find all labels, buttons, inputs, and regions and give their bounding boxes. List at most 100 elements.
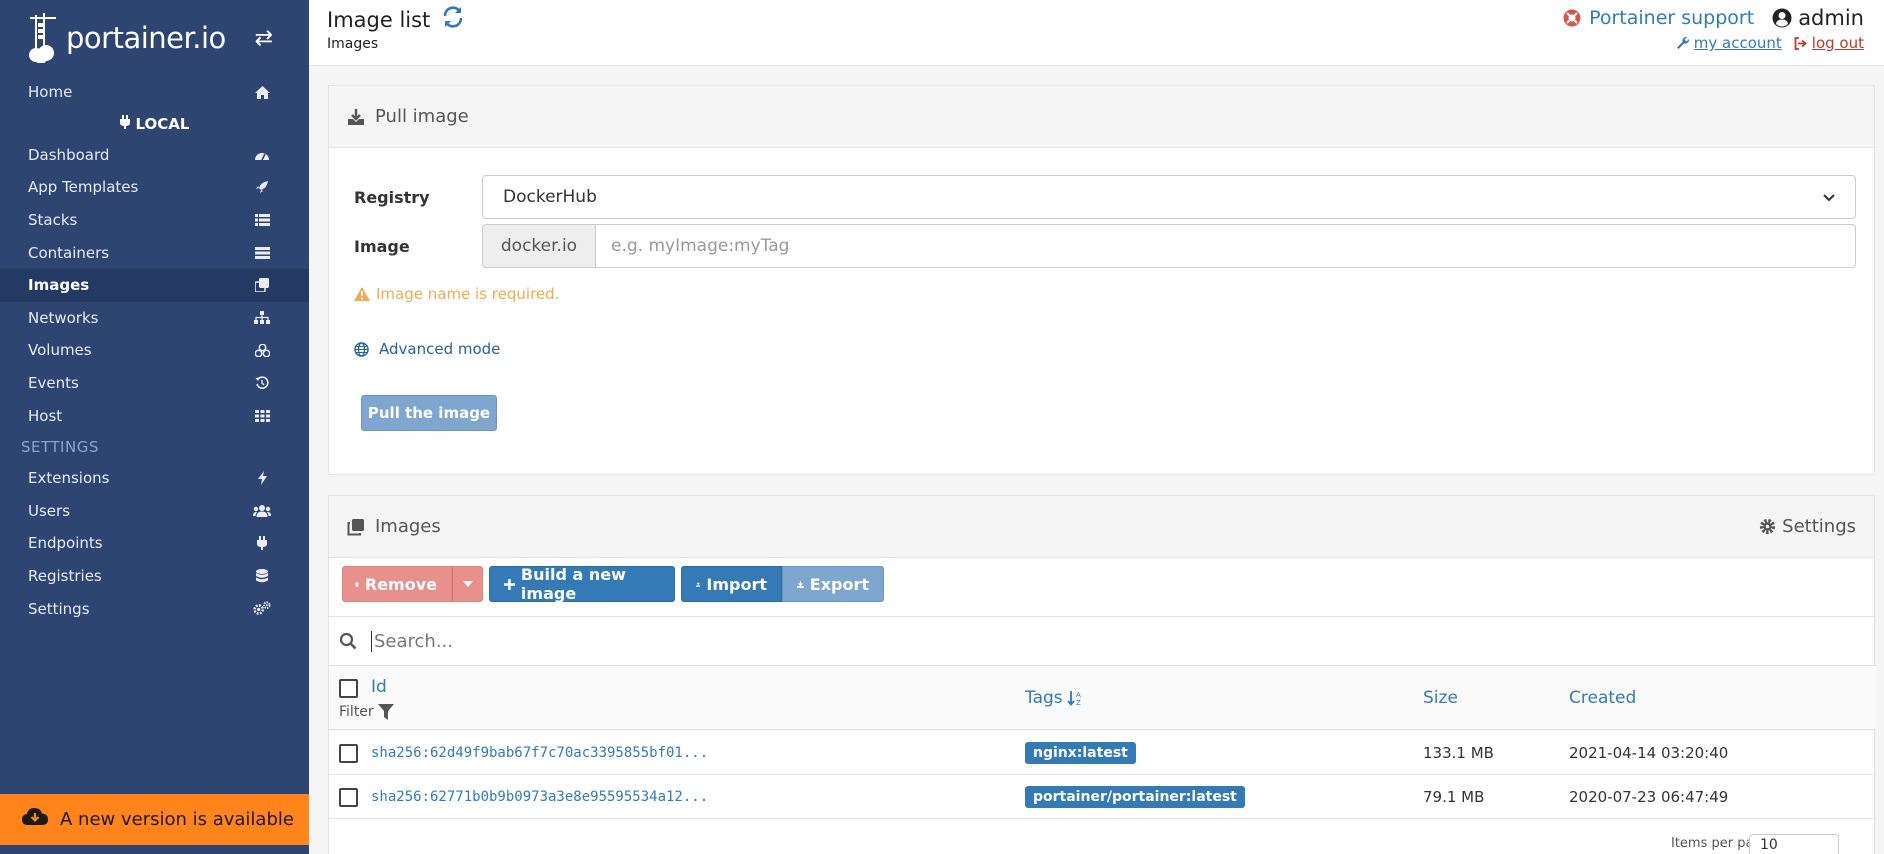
registry-label: Registry bbox=[354, 187, 430, 207]
wrench-icon bbox=[1676, 36, 1689, 49]
image-size: 133.1 MB bbox=[1423, 744, 1494, 762]
registry-selected-value: DockerHub bbox=[503, 187, 597, 207]
column-header-id[interactable]: Id bbox=[371, 677, 387, 697]
sidebar-item-events[interactable]: Events bbox=[0, 367, 309, 400]
column-header-tags[interactable]: Tags AZ bbox=[1025, 688, 1083, 708]
sitemap-icon bbox=[253, 311, 271, 325]
image-id-link[interactable]: sha256:62d49f9bab67f7c70ac3395855bf01... bbox=[371, 731, 708, 775]
username: admin bbox=[1798, 6, 1864, 30]
sidebar-item-label: Endpoints bbox=[28, 534, 103, 553]
portainer-support-link[interactable]: Portainer support bbox=[1563, 7, 1754, 29]
sidebar-item-registries[interactable]: Registries bbox=[0, 560, 309, 593]
pull-image-button[interactable]: Pull the image bbox=[361, 395, 497, 431]
page-title: Image list bbox=[327, 6, 464, 33]
column-header-tags-text: Tags bbox=[1025, 688, 1063, 708]
table-settings-text: Settings bbox=[1782, 516, 1856, 537]
select-all-checkbox[interactable] bbox=[339, 679, 358, 698]
sidebar-item-host[interactable]: Host bbox=[0, 399, 309, 432]
advanced-mode-link[interactable]: Advanced mode bbox=[354, 340, 500, 358]
update-banner[interactable]: A new version is available bbox=[0, 794, 309, 845]
user-circle-icon bbox=[1772, 8, 1792, 28]
filter-icon bbox=[377, 704, 394, 720]
table-settings-button[interactable]: Settings bbox=[1759, 516, 1856, 537]
sidebar-header: portainer.io ⇄ bbox=[0, 0, 309, 76]
row-checkbox[interactable] bbox=[339, 787, 358, 807]
search-input[interactable]: Search... bbox=[371, 630, 453, 652]
sort-alpha-icon: AZ bbox=[1066, 691, 1081, 706]
items-per-page-select[interactable]: 10 bbox=[1749, 834, 1839, 854]
sidebar-item-label: Events bbox=[28, 374, 79, 393]
logo-text: portainer.io bbox=[66, 21, 226, 55]
remove-button[interactable]: Remove bbox=[342, 566, 452, 602]
registry-select[interactable]: DockerHub bbox=[482, 175, 1856, 219]
refresh-icon[interactable] bbox=[442, 6, 464, 33]
sidebar-item-containers[interactable]: Containers bbox=[0, 236, 309, 269]
users-icon bbox=[253, 504, 271, 518]
history-icon bbox=[253, 376, 271, 390]
sidebar-item-volumes[interactable]: Volumes bbox=[0, 334, 309, 367]
row-checkbox[interactable] bbox=[339, 743, 358, 763]
pull-image-panel-header: Pull image bbox=[329, 86, 1874, 148]
import-button[interactable]: Import bbox=[681, 566, 782, 602]
globe-icon bbox=[354, 341, 369, 357]
images-panel: Images Settings Remove Build a new image… bbox=[328, 495, 1876, 854]
sidebar-item-label: Extensions bbox=[28, 469, 110, 488]
dashboard-icon bbox=[253, 148, 271, 162]
table-row: sha256:62d49f9bab67f7c70ac3395855bf01...… bbox=[329, 731, 1876, 775]
sidebar-item-endpoints[interactable]: Endpoints bbox=[0, 527, 309, 560]
grid-icon bbox=[253, 409, 271, 423]
sidebar-item-dashboard[interactable]: Dashboard bbox=[0, 139, 309, 172]
upload-icon bbox=[696, 581, 701, 587]
registry-row: Registry DockerHub bbox=[354, 175, 1856, 219]
cogs-icon bbox=[253, 601, 271, 616]
log-out-text: log out bbox=[1811, 34, 1864, 52]
log-out-link[interactable]: log out bbox=[1794, 34, 1864, 52]
column-header-size[interactable]: Size bbox=[1423, 688, 1458, 708]
portainer-support-text: Portainer support bbox=[1589, 7, 1755, 29]
sidebar-item-users[interactable]: Users bbox=[0, 495, 309, 528]
sidebar-section-settings: SETTINGS bbox=[21, 437, 99, 456]
support-icon bbox=[1563, 9, 1581, 27]
column-header-created[interactable]: Created bbox=[1569, 688, 1636, 708]
advanced-mode-text: Advanced mode bbox=[379, 340, 501, 358]
sidebar-item-home[interactable]: Home bbox=[0, 76, 309, 109]
search-bar: Search... bbox=[329, 616, 1876, 666]
list-icon bbox=[253, 213, 271, 227]
remove-options-dropdown[interactable] bbox=[452, 566, 483, 602]
sidebar-item-networks[interactable]: Networks bbox=[0, 302, 309, 335]
portainer-logo[interactable]: portainer.io bbox=[26, 13, 226, 63]
header-actions: Portainer support admin bbox=[1563, 6, 1864, 30]
sidebar-item-app-templates[interactable]: App Templates bbox=[0, 171, 309, 204]
warning-icon bbox=[354, 287, 370, 301]
download-icon bbox=[348, 108, 364, 125]
sidebar-item-images[interactable]: Images bbox=[0, 268, 309, 302]
export-button[interactable]: Export bbox=[782, 566, 884, 602]
bolt-icon bbox=[253, 471, 271, 486]
sidebar-item-extensions[interactable]: Extensions bbox=[0, 462, 309, 495]
cog-icon bbox=[1760, 518, 1776, 535]
svg-text:A: A bbox=[1076, 691, 1081, 699]
page-title-text: Image list bbox=[327, 7, 431, 32]
sidebar-item-label: Registries bbox=[28, 567, 102, 586]
sidebar-item-label: Volumes bbox=[28, 341, 92, 360]
my-account-link[interactable]: my account bbox=[1676, 34, 1782, 52]
sidebar: portainer.io ⇄ Home LOCAL Dashboard App … bbox=[0, 0, 309, 854]
image-id-link[interactable]: sha256:62771b0b9b0973a3e8e95595534a12... bbox=[371, 775, 708, 819]
my-account-text: my account bbox=[1693, 34, 1782, 52]
sidebar-item-label: Home bbox=[28, 83, 73, 102]
download-icon bbox=[797, 580, 804, 588]
sidebar-nav: Home LOCAL Dashboard App Templates Stack… bbox=[0, 76, 309, 625]
build-image-button[interactable]: Build a new image bbox=[489, 565, 675, 603]
sidebar-item-stacks[interactable]: Stacks bbox=[0, 204, 309, 237]
sidebar-item-settings[interactable]: Settings bbox=[0, 592, 309, 625]
id-filter-toggle[interactable]: Filter bbox=[339, 704, 394, 720]
image-name-input[interactable]: e.g. myImage:myTag bbox=[595, 224, 1856, 268]
toggle-sidebar-icon[interactable]: ⇄ bbox=[255, 26, 273, 51]
pull-image-title: Pull image bbox=[375, 106, 469, 127]
page-header: Image list Images Portainer support admi… bbox=[309, 0, 1884, 66]
image-created: 2020-07-23 06:47:49 bbox=[1569, 788, 1729, 806]
trash-icon bbox=[355, 581, 359, 587]
user-display: admin bbox=[1772, 6, 1864, 30]
portainer-logo-icon bbox=[29, 13, 56, 63]
images-panel-header: Images Settings bbox=[329, 496, 1874, 558]
